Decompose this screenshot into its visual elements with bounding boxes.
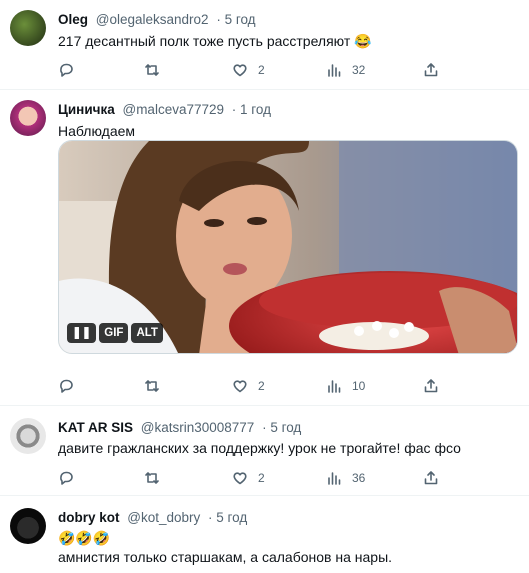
retweet-button[interactable] [144, 468, 160, 488]
action-bar: 2 10 [58, 376, 488, 396]
avatar[interactable] [10, 418, 46, 454]
share-button[interactable] [423, 468, 439, 488]
share-icon [424, 63, 438, 77]
tweet-header: Циничка @malceva77729 · 1 год [58, 102, 271, 117]
views-button[interactable]: 32 [326, 60, 365, 80]
tweet-text: 217 десантный полк тоже пусть расстреляю… [58, 33, 372, 49]
like-button[interactable]: 2 [232, 60, 265, 80]
author-handle[interactable]: @olegaleksandro2 [96, 12, 209, 27]
author-name[interactable]: Oleg [58, 12, 88, 27]
reply-icon [60, 471, 73, 485]
views-count: 10 [352, 379, 366, 393]
retweet-button[interactable] [144, 376, 160, 396]
retweet-icon [145, 472, 159, 484]
retweet-icon [145, 380, 159, 392]
like-icon [233, 472, 247, 485]
tweet-text: амнистия только старшакам, а салабонов н… [58, 549, 393, 565]
tweet-header: KAT AR SIS @katsrin30008777 · 5 год [58, 420, 301, 435]
avatar[interactable] [10, 508, 46, 544]
share-button[interactable] [423, 60, 439, 80]
reply-icon [60, 63, 73, 77]
avatar[interactable] [10, 100, 46, 136]
like-icon [233, 380, 247, 393]
tweet-header: Oleg @olegaleksandro2 · 5 год [58, 12, 256, 27]
pause-button[interactable]: ❚❚ [67, 323, 97, 343]
like-count: 2 [258, 379, 265, 393]
alt-badge[interactable]: ALT [131, 323, 163, 343]
tweet-oleg[interactable]: Oleg @olegaleksandro2 · 5 год 217 десант… [0, 0, 529, 90]
views-icon [328, 380, 341, 393]
tweet-header: dobry kot @kot_dobry · 5 год [58, 510, 247, 525]
timestamp[interactable]: · 5 год [208, 510, 247, 525]
action-bar: 2 36 [58, 468, 488, 488]
author-handle[interactable]: @kot_dobry [127, 510, 200, 525]
views-count: 36 [352, 471, 366, 485]
tweet-cinichka[interactable]: Циничка @malceva77729 · 1 год Наблюдаем [0, 90, 529, 406]
tweet-kat-ar-sis[interactable]: KAT AR SIS @katsrin30008777 · 5 год дави… [0, 406, 529, 496]
author-name[interactable]: KAT AR SIS [58, 420, 133, 435]
retweet-button[interactable] [144, 60, 160, 80]
timestamp[interactable]: · 5 год [262, 420, 301, 435]
share-button[interactable] [423, 376, 439, 396]
timestamp[interactable]: · 1 год [232, 102, 271, 117]
like-icon [233, 64, 247, 77]
share-icon [424, 471, 438, 485]
author-handle[interactable]: @katsrin30008777 [141, 420, 255, 435]
author-name[interactable]: Циничка [58, 102, 115, 117]
like-button[interactable]: 2 [232, 468, 265, 488]
action-bar: 2 32 [58, 60, 488, 80]
reply-button[interactable] [58, 60, 74, 80]
views-icon [328, 472, 341, 485]
views-button[interactable]: 36 [326, 468, 365, 488]
tweet-dobry-kot[interactable]: dobry kot @kot_dobry · 5 год 🤣🤣🤣 амнисти… [0, 496, 529, 573]
like-button[interactable]: 2 [232, 376, 265, 396]
share-icon [424, 379, 438, 393]
like-count: 2 [258, 471, 265, 485]
reply-button[interactable] [58, 376, 74, 396]
tweet-text: давите гражланских за поддержку! урок не… [58, 440, 461, 456]
gif-badge: GIF [99, 323, 129, 343]
author-name[interactable]: dobry kot [58, 510, 120, 525]
retweet-icon [145, 64, 159, 76]
author-handle[interactable]: @malceva77729 [122, 102, 224, 117]
reply-button[interactable] [58, 468, 74, 488]
gif-controls: ❚❚ GIF ALT [67, 323, 163, 343]
like-count: 2 [258, 63, 265, 77]
gif-media[interactable]: ❚❚ GIF ALT [58, 140, 518, 354]
avatar[interactable] [10, 10, 46, 46]
views-button[interactable]: 10 [326, 376, 365, 396]
views-icon [328, 64, 341, 77]
views-count: 32 [352, 63, 366, 77]
tweet-text: Наблюдаем [58, 123, 136, 139]
timestamp[interactable]: · 5 год [216, 12, 255, 27]
tweet-text-emoji: 🤣🤣🤣 [58, 530, 111, 546]
reply-icon [60, 379, 73, 393]
